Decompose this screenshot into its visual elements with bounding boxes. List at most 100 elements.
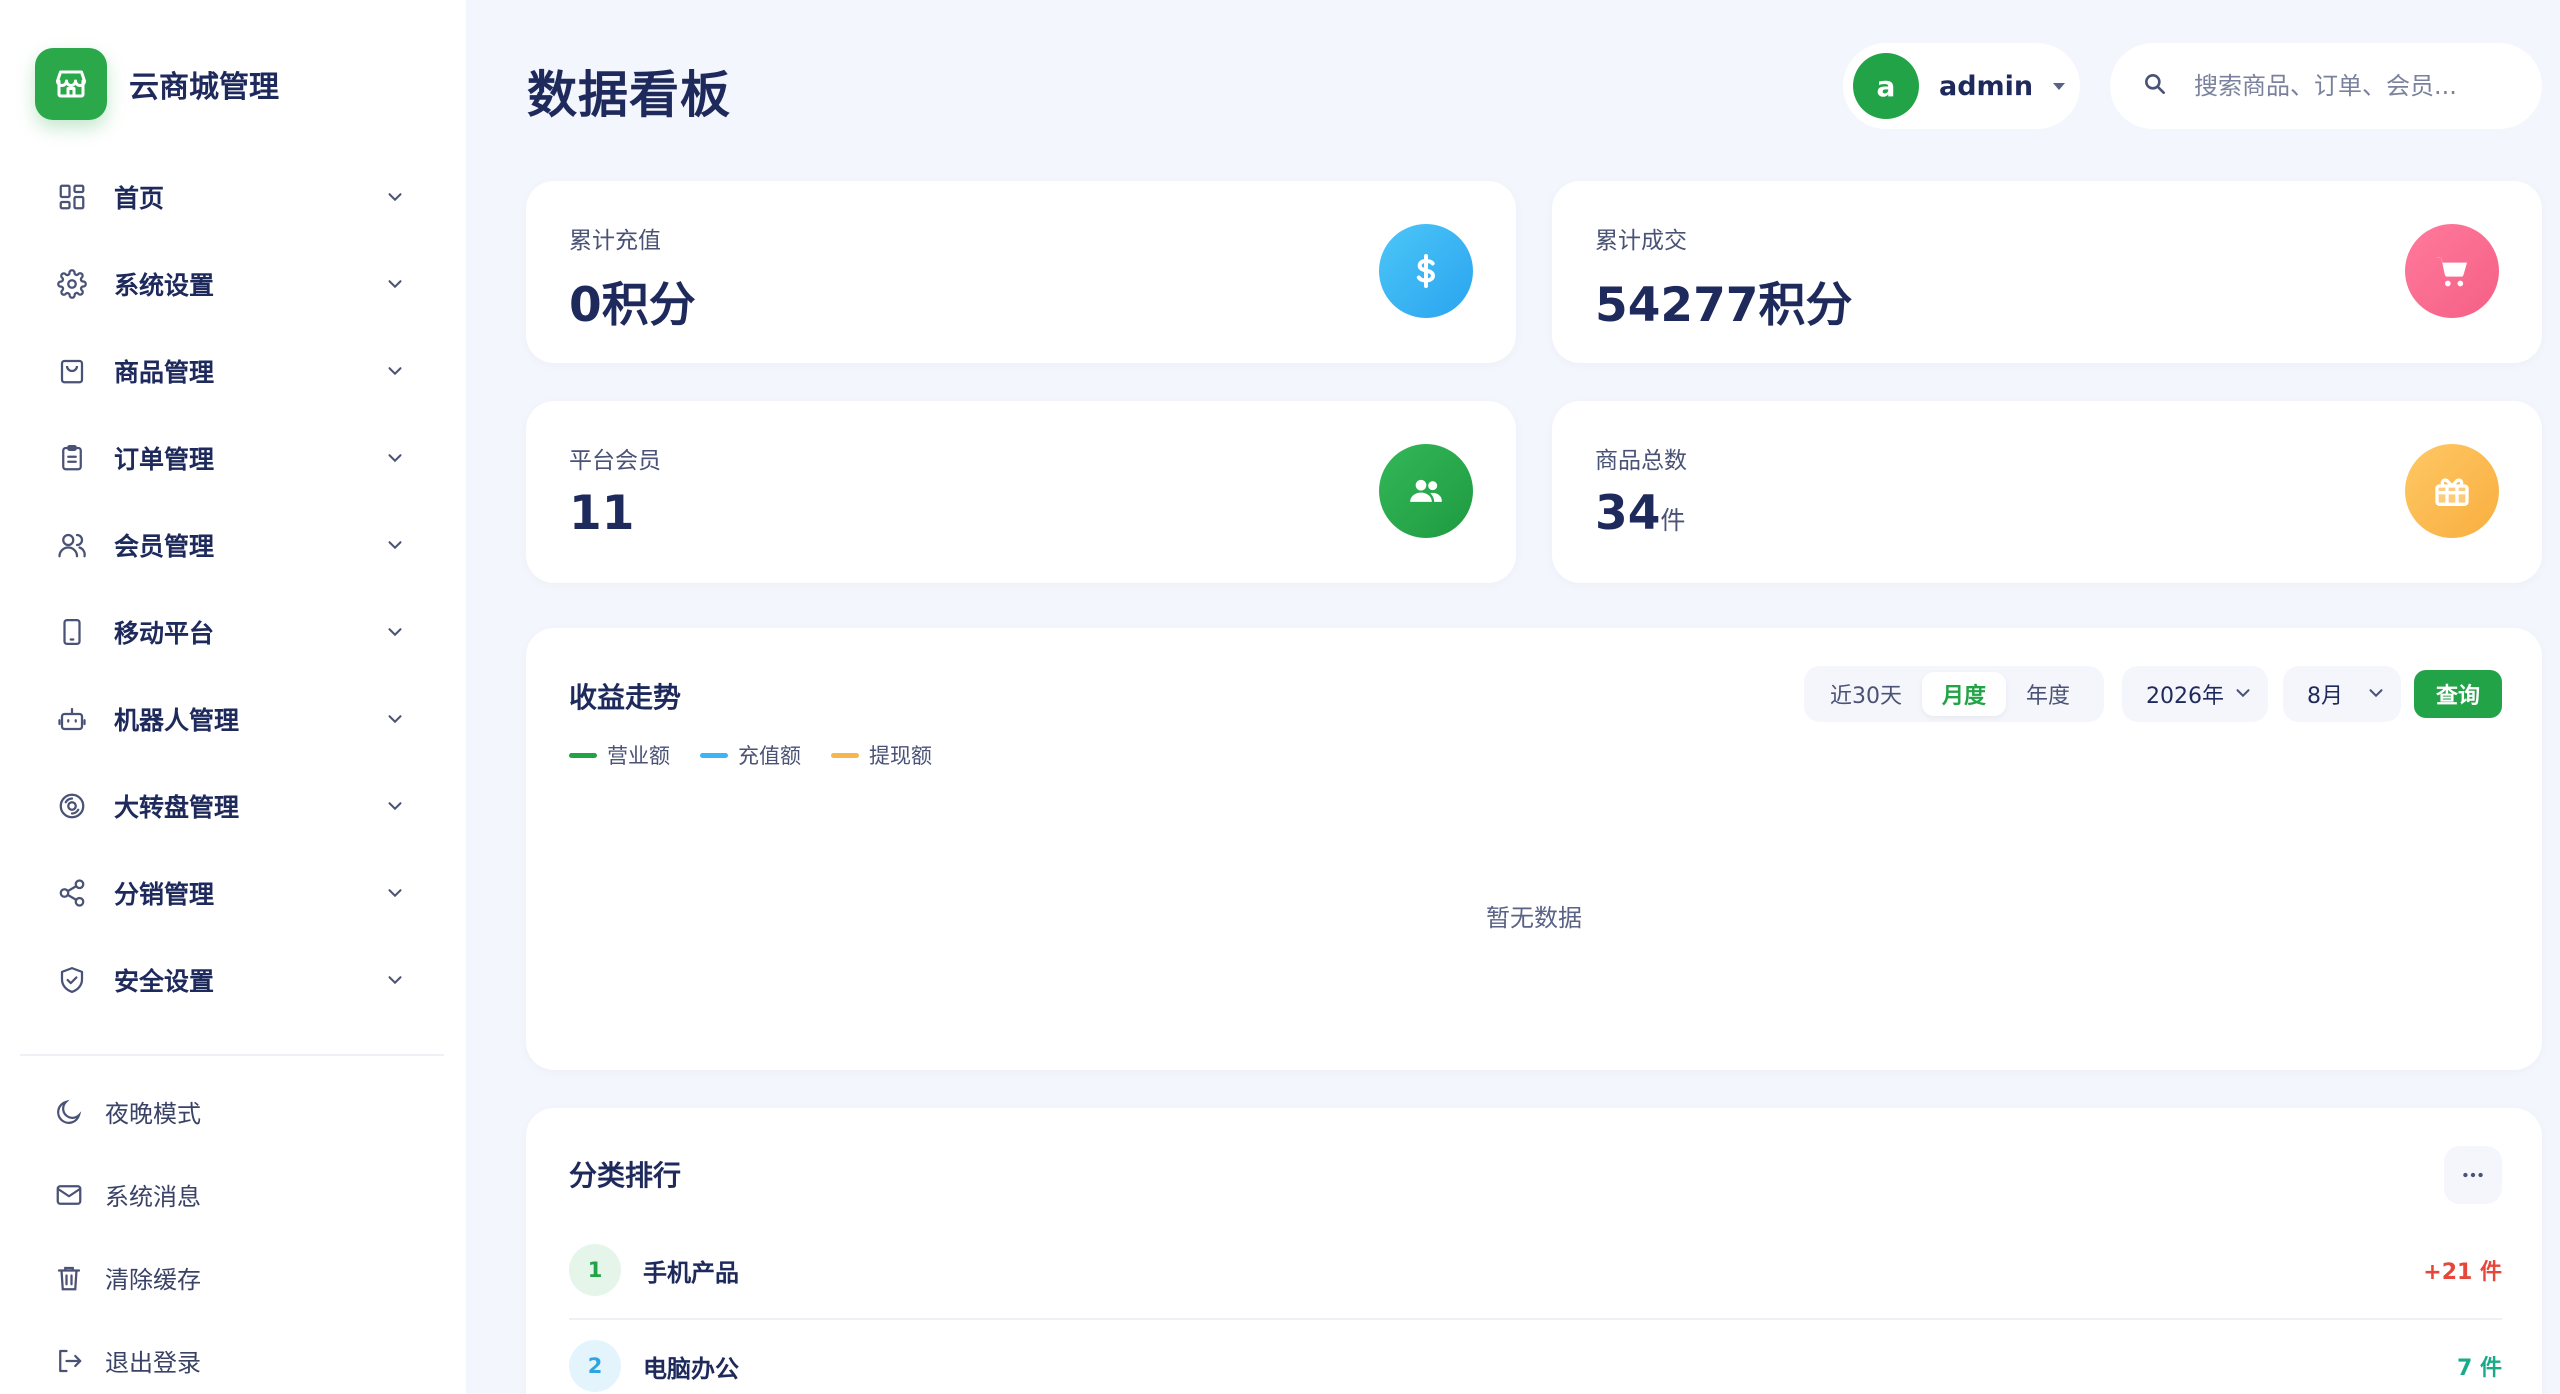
sidebar: 云商城管理 首页 系统设置 商品管理 订单管理 会员管理 移动平台 机器人管理 … xyxy=(0,0,466,1394)
sidebar-item-products[interactable]: 商品管理 xyxy=(0,327,466,414)
legend-swatch xyxy=(569,752,597,758)
robot-icon xyxy=(56,703,88,735)
ranking-row[interactable]: 2 电脑办公 7 件 xyxy=(569,1318,2502,1394)
sidebar-item-label: 商品管理 xyxy=(114,357,215,387)
more-dots-icon xyxy=(2463,1172,2483,1178)
year-select[interactable]: 2026年 xyxy=(2122,666,2268,722)
legend-swatch xyxy=(700,752,728,758)
chevron-down-icon xyxy=(383,533,407,557)
legend-item-revenue[interactable]: 营业额 xyxy=(569,740,670,770)
user-name: admin xyxy=(1939,70,2034,102)
range-segmented-control: 近30天 月度 年度 xyxy=(1804,666,2104,722)
chevron-down-icon xyxy=(383,359,407,383)
more-options-button[interactable] xyxy=(2444,1146,2502,1204)
sidebar-item-orders[interactable]: 订单管理 xyxy=(0,414,466,501)
rank-badge: 1 xyxy=(569,1244,621,1296)
range-tab-30-days[interactable]: 近30天 xyxy=(1810,672,1922,716)
stat-value: 0积分 xyxy=(569,278,696,333)
trash-icon xyxy=(53,1262,85,1294)
chevron-down-icon xyxy=(383,446,407,470)
legend-label: 充值额 xyxy=(738,744,801,768)
month-select[interactable]: 8月 xyxy=(2283,666,2401,722)
night-mode-toggle[interactable]: 夜晚模式 xyxy=(0,1070,466,1153)
empty-state-text: 暂无数据 xyxy=(1486,904,1582,932)
wheel-icon xyxy=(56,790,88,822)
sidebar-item-label: 首页 xyxy=(114,183,165,213)
gear-icon xyxy=(56,268,88,300)
clipboard-icon xyxy=(56,442,88,474)
range-tab-monthly[interactable]: 月度 xyxy=(1922,672,2007,716)
chevron-down-icon xyxy=(2232,682,2254,710)
legend-item-withdraw[interactable]: 提现额 xyxy=(831,740,932,770)
ranking-row[interactable]: 1 手机产品 +21 件 xyxy=(569,1222,2502,1318)
revenue-trend-card: 收益走势 营业额 充值额 提现额 近30天 月度 年度 2026年 8月 查询 … xyxy=(526,628,2542,1070)
sidebar-utilities: 夜晚模式 系统消息 清除缓存 退出登录 xyxy=(0,1070,466,1394)
rank-category-name: 电脑办公 xyxy=(643,1354,739,1383)
sidebar-item-wheel[interactable]: 大转盘管理 xyxy=(0,762,466,849)
brand[interactable]: 云商城管理 xyxy=(35,48,279,120)
dollar-icon xyxy=(1379,224,1473,318)
chart-legend: 营业额 充值额 提现额 xyxy=(569,740,962,770)
util-label: 系统消息 xyxy=(105,1183,201,1211)
month-select-value: 8月 xyxy=(2307,684,2343,709)
chevron-down-icon xyxy=(383,881,407,905)
chevron-down-icon xyxy=(383,794,407,818)
chevron-down-icon xyxy=(383,968,407,992)
stat-label: 商品总数 xyxy=(1595,448,1687,474)
system-messages-link[interactable]: 系统消息 xyxy=(0,1153,466,1236)
gift-box-icon xyxy=(2405,444,2499,538)
mail-icon xyxy=(53,1179,85,1211)
share-icon xyxy=(56,877,88,909)
category-ranking-card: 分类排行 1 手机产品 +21 件 2 电脑办公 7 件 xyxy=(526,1108,2542,1394)
rank-badge: 2 xyxy=(569,1340,621,1392)
sidebar-item-label: 大转盘管理 xyxy=(114,792,240,822)
caret-down-icon xyxy=(2053,82,2066,90)
rank-count: +21 件 xyxy=(2423,1260,2502,1285)
legend-label: 提现额 xyxy=(869,744,932,768)
rank-category-name: 手机产品 xyxy=(643,1258,739,1287)
sidebar-item-robots[interactable]: 机器人管理 xyxy=(0,675,466,762)
sidebar-nav: 首页 系统设置 商品管理 订单管理 会员管理 移动平台 机器人管理 大转盘管理 … xyxy=(0,153,466,1023)
util-label: 退出登录 xyxy=(105,1349,201,1377)
logout-icon xyxy=(53,1345,85,1377)
query-button[interactable]: 查询 xyxy=(2414,670,2502,718)
range-tab-yearly[interactable]: 年度 xyxy=(2006,672,2090,716)
sidebar-item-label: 安全设置 xyxy=(114,966,215,996)
user-menu[interactable]: a admin xyxy=(1843,43,2080,129)
shield-icon xyxy=(56,964,88,996)
sidebar-item-security[interactable]: 安全设置 xyxy=(0,936,466,1023)
avatar: a xyxy=(1853,53,1919,119)
sidebar-item-members[interactable]: 会员管理 xyxy=(0,501,466,588)
sidebar-item-label: 会员管理 xyxy=(114,531,215,561)
year-select-value: 2026年 xyxy=(2146,684,2224,709)
stat-label: 累计充值 xyxy=(569,228,661,254)
moon-icon xyxy=(53,1096,85,1128)
stat-label: 累计成交 xyxy=(1595,228,1687,254)
sidebar-item-distribution[interactable]: 分销管理 xyxy=(0,849,466,936)
section-title: 收益走势 xyxy=(569,681,682,714)
sidebar-item-mobile[interactable]: 移动平台 xyxy=(0,588,466,675)
stat-card-total-recharge: 累计充值 0积分 xyxy=(526,181,1516,363)
search-box[interactable] xyxy=(2110,43,2542,129)
users-icon xyxy=(56,529,88,561)
stat-card-total-products: 商品总数 34件 xyxy=(1552,401,2542,583)
sidebar-divider xyxy=(20,1054,444,1056)
members-icon xyxy=(1379,444,1473,538)
brand-name: 云商城管理 xyxy=(129,70,279,105)
legend-item-recharge[interactable]: 充值额 xyxy=(700,740,801,770)
sidebar-item-system-settings[interactable]: 系统设置 xyxy=(0,240,466,327)
sidebar-item-label: 移动平台 xyxy=(114,618,215,648)
util-label: 清除缓存 xyxy=(105,1266,201,1294)
legend-swatch xyxy=(831,752,859,758)
sidebar-item-home[interactable]: 首页 xyxy=(0,153,466,240)
search-input[interactable] xyxy=(2194,72,2514,100)
page-title: 数据看板 xyxy=(527,66,731,124)
legend-label: 营业额 xyxy=(607,744,670,768)
sidebar-item-label: 系统设置 xyxy=(114,270,215,300)
logout-button[interactable]: 退出登录 xyxy=(0,1319,466,1394)
stat-value: 54277积分 xyxy=(1595,278,1853,333)
clear-cache-button[interactable]: 清除缓存 xyxy=(0,1236,466,1319)
search-icon xyxy=(2142,71,2168,101)
stat-card-total-deals: 累计成交 54277积分 xyxy=(1552,181,2542,363)
section-title: 分类排行 xyxy=(569,1159,682,1192)
